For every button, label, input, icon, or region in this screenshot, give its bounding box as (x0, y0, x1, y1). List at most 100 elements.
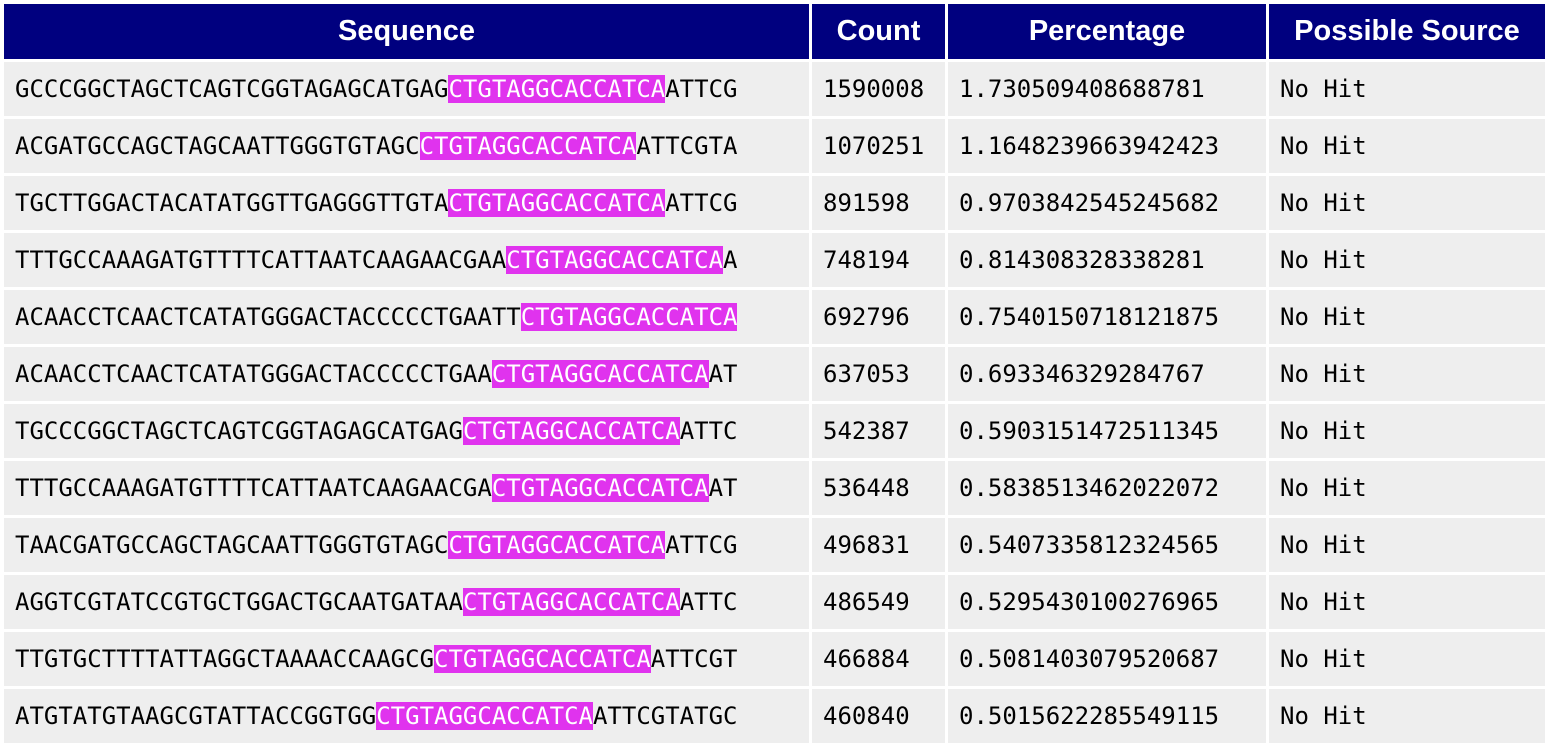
sequence-prefix: TGCCCGGCTAGCTCAGTCGGTAGAGCATGAG (15, 417, 463, 445)
adapter-match-highlight: CTGTAGGCACCATCA (448, 531, 666, 559)
sequence-cell: TTTGCCAAAGATGTTTTCATTAATCAAGAACGAACTGTAG… (4, 233, 809, 287)
possible-source-cell: No Hit (1269, 233, 1545, 287)
table-row: ATGTATGTAAGCGTATTACCGGTGGCTGTAGGCACCATCA… (4, 689, 1545, 743)
possible-source-cell: No Hit (1269, 119, 1545, 173)
adapter-match-highlight: CTGTAGGCACCATCA (506, 246, 724, 274)
possible-source-cell: No Hit (1269, 461, 1545, 515)
sequence-prefix: ACAACCTCAACTCATATGGGACTACCCCCTGAA (15, 360, 492, 388)
sequence-suffix: ATTCGT (650, 645, 738, 673)
sequence-prefix: ACGATGCCAGCTAGCAATTGGGTGTAGC (15, 132, 420, 160)
count-cell: 637053 (812, 347, 945, 401)
percentage-cell: 0.693346329284767 (948, 347, 1266, 401)
percentage-cell: 0.7540150718121875 (948, 290, 1266, 344)
adapter-match-highlight: CTGTAGGCACCATCA (462, 417, 680, 445)
adapter-match-highlight: CTGTAGGCACCATCA (462, 588, 680, 616)
header-sequence: Sequence (4, 4, 809, 59)
sequence-prefix: ACAACCTCAACTCATATGGGACTACCCCCTGAATT (15, 303, 521, 331)
sequence-prefix: AGGTCGTATCCGTGCTGGACTGCAATGATAA (15, 588, 463, 616)
sequence-prefix: TTGTGCTTTTATTAGGCTAAAACCAAGCG (15, 645, 435, 673)
sequence-prefix: ATGTATGTAAGCGTATTACCGGTGG (15, 702, 377, 730)
sequence-cell: TGCTTGGACTACATATGGTTGAGGGTTGTACTGTAGGCAC… (4, 176, 809, 230)
sequence-cell: ACGATGCCAGCTAGCAATTGGGTGTAGCCTGTAGGCACCA… (4, 119, 809, 173)
adapter-match-highlight: CTGTAGGCACCATCA (448, 75, 666, 103)
adapter-match-highlight: CTGTAGGCACCATCA (419, 132, 637, 160)
sequence-suffix: ATTCGTATGC (592, 702, 738, 730)
count-cell: 1070251 (812, 119, 945, 173)
sequence-cell: TAACGATGCCAGCTAGCAATTGGGTGTAGCCTGTAGGCAC… (4, 518, 809, 572)
sequence-prefix: TTTGCCAAAGATGTTTTCATTAATCAAGAACGAA (15, 246, 507, 274)
sequence-prefix: TTTGCCAAAGATGTTTTCATTAATCAAGAACGA (15, 474, 492, 502)
table-row: TTTGCCAAAGATGTTTTCATTAATCAAGAACGACTGTAGG… (4, 461, 1545, 515)
possible-source-cell: No Hit (1269, 62, 1545, 116)
sequence-cell: TTTGCCAAAGATGTTTTCATTAATCAAGAACGACTGTAGG… (4, 461, 809, 515)
table-row: TGCTTGGACTACATATGGTTGAGGGTTGTACTGTAGGCAC… (4, 176, 1545, 230)
adapter-match-highlight: CTGTAGGCACCATCA (448, 189, 666, 217)
adapter-match-highlight: CTGTAGGCACCATCA (376, 702, 593, 730)
sequence-suffix: AT (708, 360, 738, 388)
sequence-prefix: GCCCGGCTAGCTCAGTCGGTAGAGCATGAG (15, 75, 449, 103)
sequence-cell: GCCCGGCTAGCTCAGTCGGTAGAGCATGAGCTGTAGGCAC… (4, 62, 809, 116)
table-row: TGCCCGGCTAGCTCAGTCGGTAGAGCATGAGCTGTAGGCA… (4, 404, 1545, 458)
header-row: Sequence Count Percentage Possible Sourc… (4, 4, 1545, 59)
sequence-cell: TGCCCGGCTAGCTCAGTCGGTAGAGCATGAGCTGTAGGCA… (4, 404, 809, 458)
possible-source-cell: No Hit (1269, 290, 1545, 344)
possible-source-cell: No Hit (1269, 404, 1545, 458)
table-row: GCCCGGCTAGCTCAGTCGGTAGAGCATGAGCTGTAGGCAC… (4, 62, 1545, 116)
possible-source-cell: No Hit (1269, 632, 1545, 686)
count-cell: 536448 (812, 461, 945, 515)
table-row: TTTGCCAAAGATGTTTTCATTAATCAAGAACGAACTGTAG… (4, 233, 1545, 287)
percentage-cell: 1.1648239663942423 (948, 119, 1266, 173)
possible-source-cell: No Hit (1269, 176, 1545, 230)
sequence-prefix: TGCTTGGACTACATATGGTTGAGGGTTGTA (15, 189, 449, 217)
count-cell: 466884 (812, 632, 945, 686)
adapter-match-highlight: CTGTAGGCACCATCA (434, 645, 651, 673)
sequence-prefix: TAACGATGCCAGCTAGCAATTGGGTGTAGC (15, 531, 449, 559)
percentage-cell: 0.9703842545245682 (948, 176, 1266, 230)
table-row: ACGATGCCAGCTAGCAATTGGGTGTAGCCTGTAGGCACCA… (4, 119, 1545, 173)
table-body: GCCCGGCTAGCTCAGTCGGTAGAGCATGAGCTGTAGGCAC… (4, 62, 1545, 743)
header-percentage: Percentage (948, 4, 1266, 59)
sequence-suffix: ATTCG (665, 189, 738, 217)
table-row: TTGTGCTTTTATTAGGCTAAAACCAAGCGCTGTAGGCACC… (4, 632, 1545, 686)
sequence-suffix: AT (708, 474, 738, 502)
sequence-suffix: ATTCGTA (636, 132, 738, 160)
percentage-cell: 0.5903151472511345 (948, 404, 1266, 458)
header-possible-source: Possible Source (1269, 4, 1545, 59)
possible-source-cell: No Hit (1269, 347, 1545, 401)
overrepresented-sequences-table: Sequence Count Percentage Possible Sourc… (1, 1, 1548, 746)
table-header: Sequence Count Percentage Possible Sourc… (4, 4, 1545, 59)
possible-source-cell: No Hit (1269, 518, 1545, 572)
adapter-match-highlight: CTGTAGGCACCATCA (520, 303, 738, 331)
sequence-cell: ACAACCTCAACTCATATGGGACTACCCCCTGAACTGTAGG… (4, 347, 809, 401)
table-row: AGGTCGTATCCGTGCTGGACTGCAATGATAACTGTAGGCA… (4, 575, 1545, 629)
header-count: Count (812, 4, 945, 59)
count-cell: 748194 (812, 233, 945, 287)
count-cell: 496831 (812, 518, 945, 572)
adapter-match-highlight: CTGTAGGCACCATCA (491, 474, 709, 502)
percentage-cell: 1.730509408688781 (948, 62, 1266, 116)
table-row: TAACGATGCCAGCTAGCAATTGGGTGTAGCCTGTAGGCAC… (4, 518, 1545, 572)
sequence-suffix: ATTC (679, 588, 738, 616)
percentage-cell: 0.5838513462022072 (948, 461, 1266, 515)
percentage-cell: 0.5015622285549115 (948, 689, 1266, 743)
table-row: ACAACCTCAACTCATATGGGACTACCCCCTGAACTGTAGG… (4, 347, 1545, 401)
sequence-suffix: ATTC (679, 417, 738, 445)
percentage-cell: 0.5081403079520687 (948, 632, 1266, 686)
sequence-cell: ATGTATGTAAGCGTATTACCGGTGGCTGTAGGCACCATCA… (4, 689, 809, 743)
count-cell: 692796 (812, 290, 945, 344)
count-cell: 542387 (812, 404, 945, 458)
sequence-suffix: ATTCG (665, 531, 738, 559)
table-row: ACAACCTCAACTCATATGGGACTACCCCCTGAATTCTGTA… (4, 290, 1545, 344)
count-cell: 486549 (812, 575, 945, 629)
sequence-cell: AGGTCGTATCCGTGCTGGACTGCAATGATAACTGTAGGCA… (4, 575, 809, 629)
count-cell: 891598 (812, 176, 945, 230)
count-cell: 1590008 (812, 62, 945, 116)
percentage-cell: 0.814308328338281 (948, 233, 1266, 287)
sequence-suffix: A (723, 246, 738, 274)
percentage-cell: 0.5407335812324565 (948, 518, 1266, 572)
possible-source-cell: No Hit (1269, 575, 1545, 629)
percentage-cell: 0.5295430100276965 (948, 575, 1266, 629)
sequence-cell: TTGTGCTTTTATTAGGCTAAAACCAAGCGCTGTAGGCACC… (4, 632, 809, 686)
adapter-match-highlight: CTGTAGGCACCATCA (491, 360, 709, 388)
sequence-cell: ACAACCTCAACTCATATGGGACTACCCCCTGAATTCTGTA… (4, 290, 809, 344)
